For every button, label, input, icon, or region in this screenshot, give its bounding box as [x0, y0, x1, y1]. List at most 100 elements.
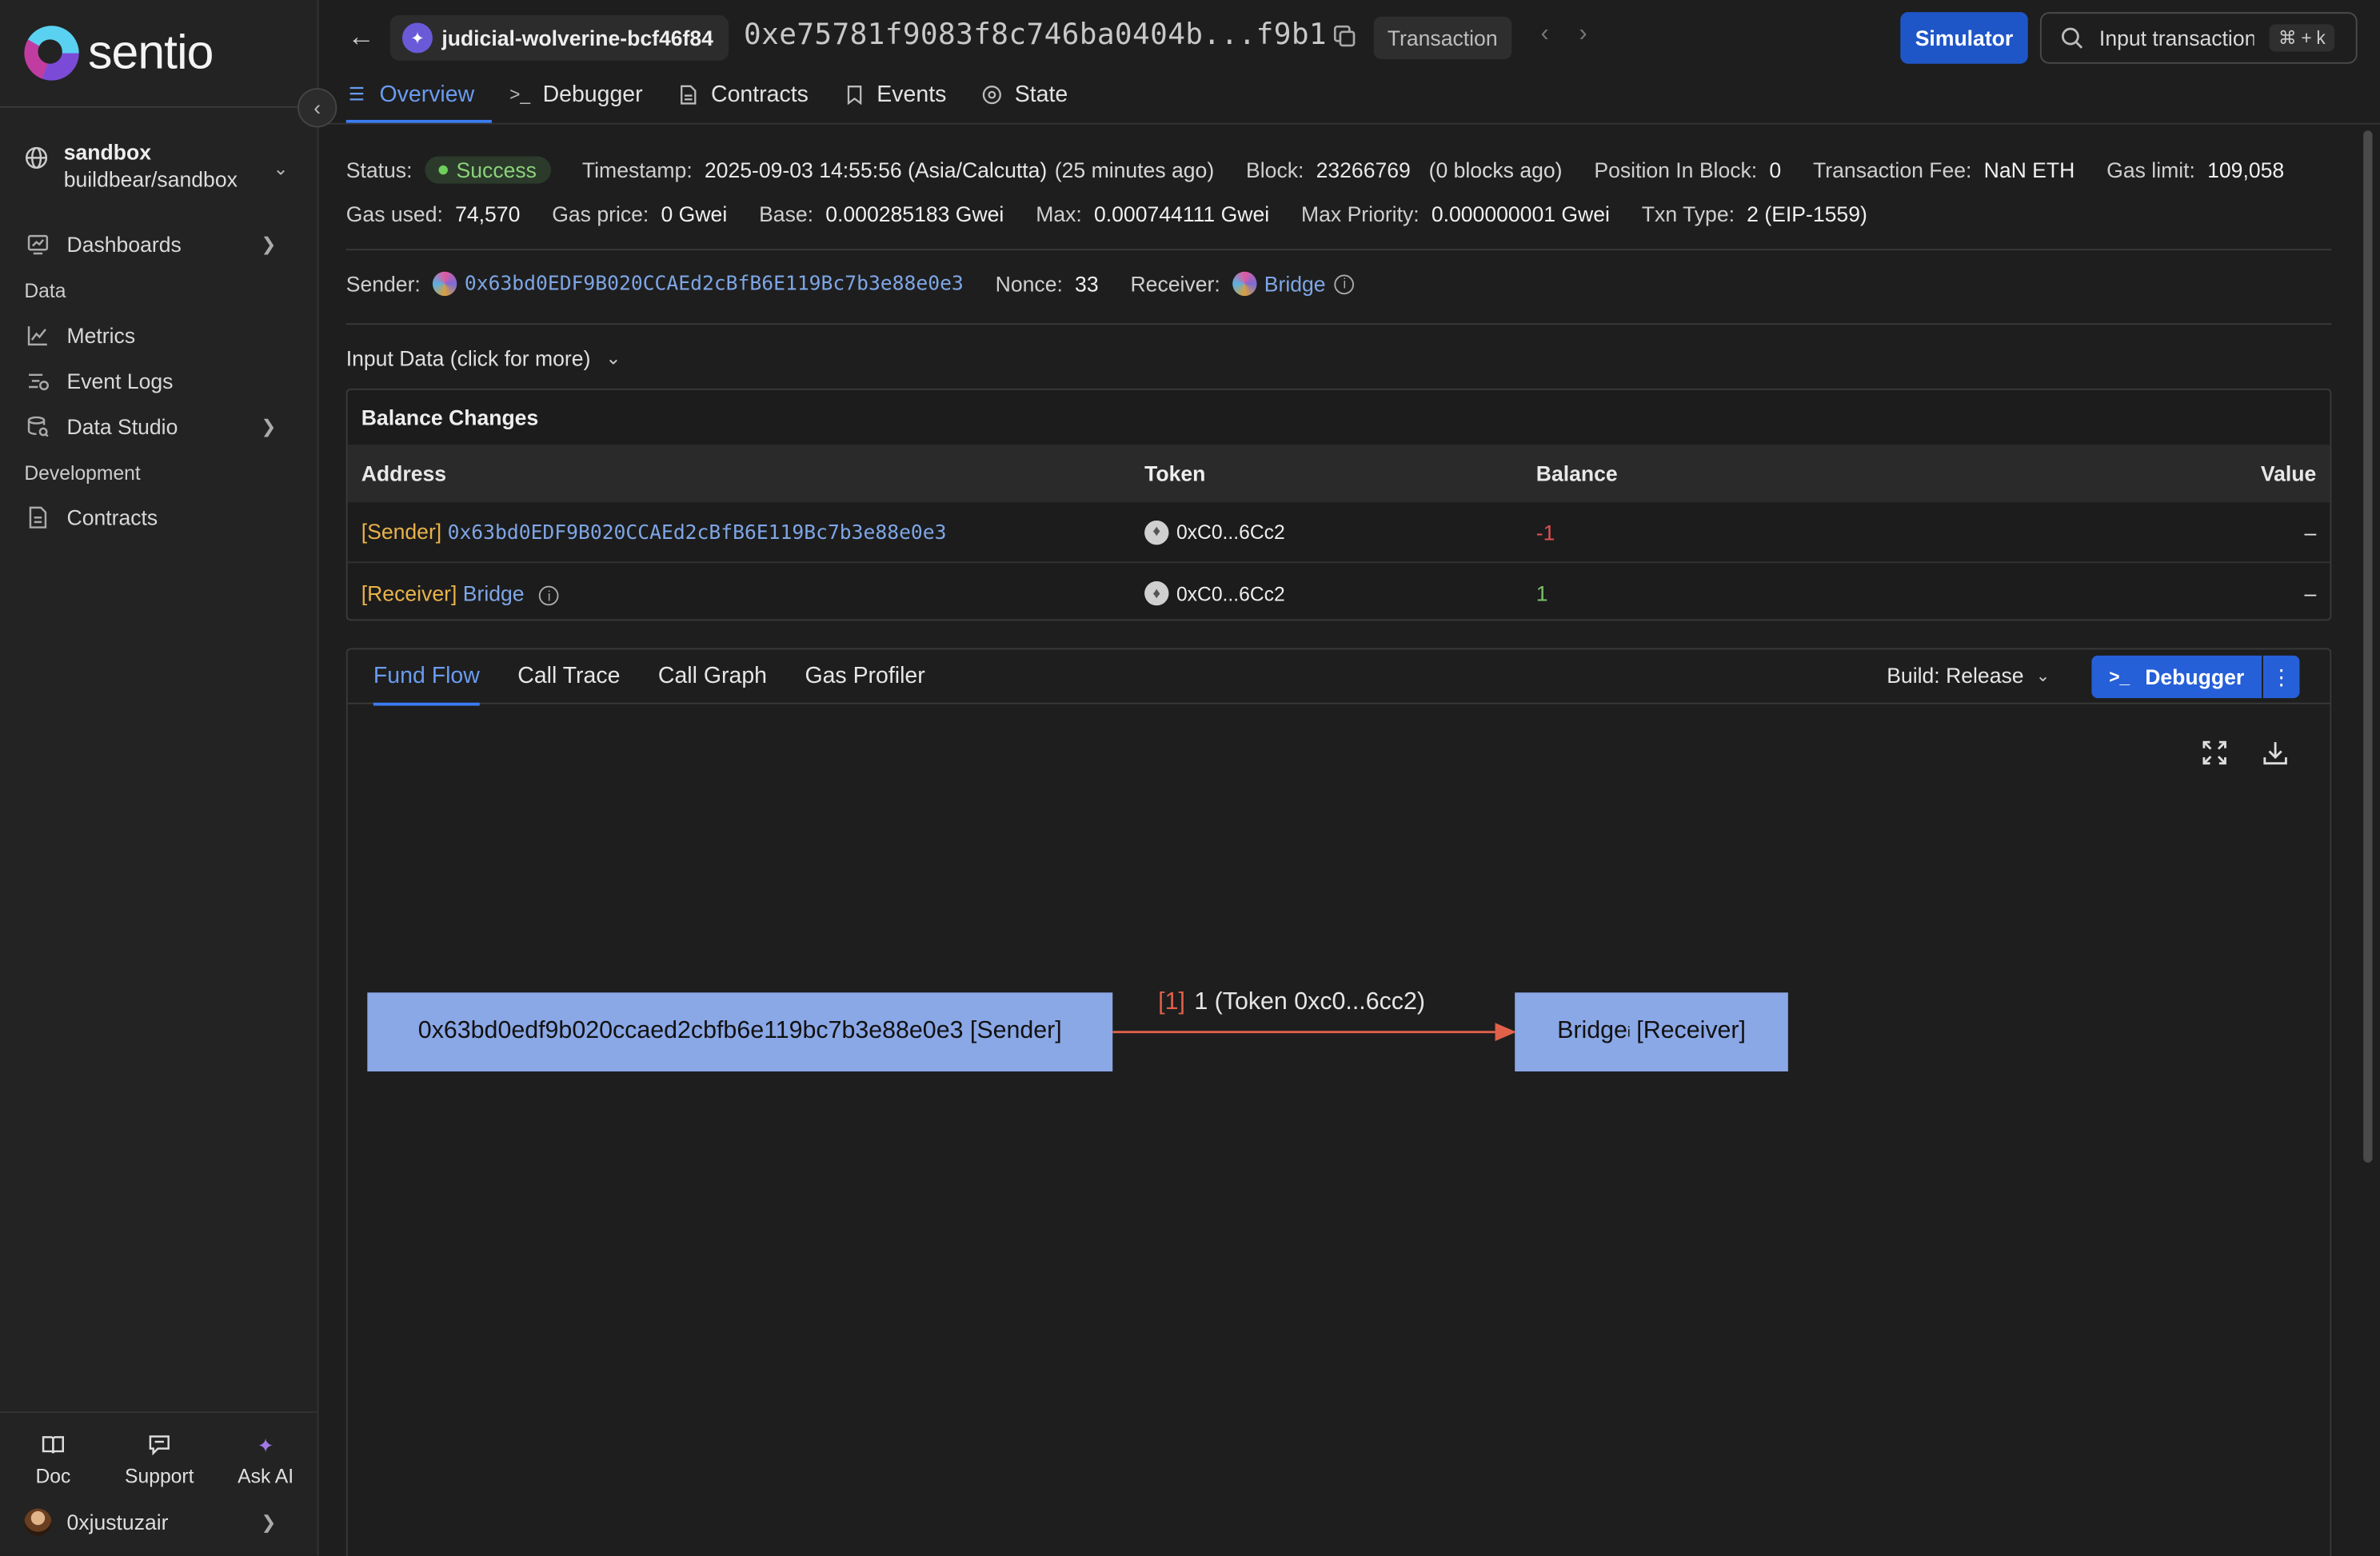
- tab-overview[interactable]: ☰ Overview: [345, 67, 491, 123]
- project-chip-label: judicial-wolverine-bcf46f84: [441, 26, 713, 50]
- simulator-button[interactable]: Simulator: [1900, 12, 2028, 64]
- tx-info-row-2: Gas used: 74,570 Gas price: 0 Gwei Base:…: [346, 201, 1899, 225]
- col-value: Value: [2260, 461, 2317, 486]
- sender-tag: [Sender]: [361, 519, 442, 544]
- col-token: Token: [1144, 461, 1206, 486]
- tab-gas-profiler[interactable]: Gas Profiler: [805, 648, 924, 703]
- nonce-value: 33: [1075, 271, 1099, 297]
- divider: [345, 249, 2332, 251]
- info-icon[interactable]: i: [539, 586, 559, 606]
- sidebar-item-metrics[interactable]: Metrics: [24, 313, 298, 358]
- tab-debugger[interactable]: >_ Debugger: [509, 67, 660, 122]
- support-button[interactable]: Support: [114, 1434, 205, 1487]
- fullscreen-icon[interactable]: [2201, 739, 2228, 766]
- txn-type-label: Txn Type:: [1641, 201, 1735, 226]
- timestamp-relative: (25 minutes ago): [1054, 158, 1215, 182]
- sentio-logo[interactable]: sentio: [24, 24, 214, 80]
- section-data: Data: [24, 278, 66, 301]
- input-data-toggle[interactable]: Input Data (click for more) ⌄: [346, 346, 621, 370]
- download-icon[interactable]: [2262, 739, 2289, 766]
- chevron-down-icon: ⌄: [605, 347, 621, 369]
- kebab-icon: ⋮: [2270, 664, 2292, 688]
- more-options-button[interactable]: ⋮: [2262, 655, 2300, 699]
- sidebar-item-dashboards[interactable]: Dashboards ❯: [24, 221, 298, 267]
- sidebar-collapse-button[interactable]: ‹: [298, 88, 337, 128]
- chevron-down-icon: ⌄: [2035, 667, 2051, 685]
- balance-changes-table: Balance Changes Address Token Balance Va…: [345, 388, 2332, 621]
- token-cell[interactable]: ♦ 0xC0...6Cc2: [1144, 520, 1285, 545]
- debugger-button[interactable]: >_ Debugger: [2091, 655, 2262, 699]
- gas-limit-label: Gas limit:: [2106, 158, 2195, 182]
- sidebar-item-label: Contracts: [66, 505, 158, 530]
- back-arrow-icon[interactable]: ←: [348, 22, 375, 54]
- timestamp-value: 2025-09-03 14:55:56 (Asia/Calcutta): [704, 158, 1048, 182]
- doc-label: Doc: [35, 1464, 71, 1488]
- topbar: ← ✦ judicial-wolverine-bcf46f84 0xe75781…: [320, 0, 2380, 125]
- tab-contracts[interactable]: Contracts: [677, 67, 825, 122]
- sidebar-item-label: Event Logs: [66, 369, 174, 393]
- search-input[interactable]: Input transaction ⌘ + k: [2039, 12, 2358, 64]
- prev-tx-icon[interactable]: ‹: [1540, 22, 1548, 49]
- position-value: 0: [1769, 158, 1782, 182]
- address-avatar-icon: [1232, 271, 1257, 297]
- list-icon: ☰: [348, 83, 365, 105]
- sidebar-item-event-logs[interactable]: Event Logs: [24, 358, 298, 404]
- gas-used-value: 74,570: [455, 201, 521, 226]
- next-tx-icon[interactable]: ›: [1579, 22, 1587, 49]
- terminal-icon: >_: [2109, 666, 2130, 688]
- avatar: [24, 1508, 52, 1536]
- address-link[interactable]: Bridge: [463, 581, 525, 604]
- sidebar-item-contracts[interactable]: Contracts: [24, 495, 298, 541]
- input-data-label: Input Data (click for more): [345, 345, 591, 371]
- sidebar: sentio sandbox buildbear/sandbox ⌄ Dashb…: [0, 0, 319, 1556]
- sparkle-icon: ✦: [257, 1434, 274, 1458]
- block-value[interactable]: 23266769: [1316, 158, 1411, 182]
- value-cell: –: [2304, 520, 2317, 545]
- user-menu[interactable]: 0xjustuzair ❯: [24, 1508, 298, 1536]
- address-cell: [Sender] 0x63bd0EDF9B020CCAEd2cBfB6E119B…: [361, 519, 947, 545]
- receiver-node-tag: [Receiver]: [1636, 1018, 1746, 1044]
- table-header: Address Token Balance Value: [347, 445, 2330, 503]
- scrollbar[interactable]: [2363, 130, 2373, 1163]
- address-link[interactable]: 0x63bd0EDF9B020CCAEd2cBfB6E119Bc7b3e88e0…: [448, 522, 947, 545]
- info-icon[interactable]: i: [1334, 273, 1355, 294]
- tab-call-graph[interactable]: Call Graph: [658, 648, 767, 703]
- ask-ai-label: Ask AI: [238, 1464, 294, 1488]
- sender-address-link[interactable]: 0x63bd0EDF9B020CCAEd2cBfB6E119Bc7b3e88e0…: [465, 273, 964, 295]
- sidebar-item-data-studio[interactable]: Data Studio ❯: [24, 404, 298, 449]
- project-selector[interactable]: sandbox buildbear/sandbox ⌄: [24, 140, 298, 191]
- tab-events[interactable]: Events: [844, 67, 964, 122]
- max-priority-label: Max Priority:: [1301, 201, 1420, 226]
- copy-icon[interactable]: [1332, 22, 1359, 50]
- tx-info-row-1: Status: Success Timestamp: 2025-09-03 14…: [346, 156, 2284, 184]
- ask-ai-button[interactable]: ✦ Ask AI: [220, 1434, 311, 1487]
- receiver-node[interactable]: Bridge i [Receiver]: [1515, 992, 1788, 1071]
- gas-used-label: Gas used:: [345, 201, 443, 226]
- project-chip[interactable]: ✦ judicial-wolverine-bcf46f84: [389, 14, 729, 61]
- section-development: Development: [24, 461, 141, 484]
- receiver-link[interactable]: Bridge: [1264, 272, 1326, 296]
- doc-button[interactable]: Doc: [7, 1434, 98, 1487]
- sender-node[interactable]: 0x63bd0edf9b020ccaed2cbfb6e119bc7b3e88e0…: [367, 992, 1113, 1071]
- divider: [345, 323, 2332, 325]
- max-priority-value: 0.000000001 Gwei: [1431, 201, 1610, 226]
- base-label: Base:: [759, 201, 814, 226]
- status-value: Success: [456, 158, 537, 182]
- debugger-label: Debugger: [2145, 664, 2245, 689]
- dashboard-icon: [24, 230, 51, 257]
- build-select[interactable]: Build: Release ⌄: [1887, 663, 2050, 687]
- block-label: Block:: [1246, 158, 1304, 182]
- tab-label: Debugger: [542, 81, 643, 107]
- status-badge: Success: [424, 156, 551, 184]
- receiver-node-name: Bridge: [1557, 1018, 1627, 1044]
- target-icon: [981, 84, 1003, 104]
- tab-fund-flow[interactable]: Fund Flow: [373, 648, 480, 705]
- user-name: 0xjustuzair: [66, 1510, 169, 1534]
- gas-price-label: Gas price:: [552, 201, 649, 226]
- support-label: Support: [125, 1464, 194, 1488]
- tab-call-trace[interactable]: Call Trace: [517, 648, 620, 703]
- tab-state[interactable]: State: [981, 67, 1084, 122]
- tx-nav-arrows: ‹ ›: [1540, 22, 1587, 49]
- fork-icon: ✦: [401, 22, 433, 54]
- token-cell[interactable]: ♦ 0xC0...6Cc2: [1144, 581, 1285, 606]
